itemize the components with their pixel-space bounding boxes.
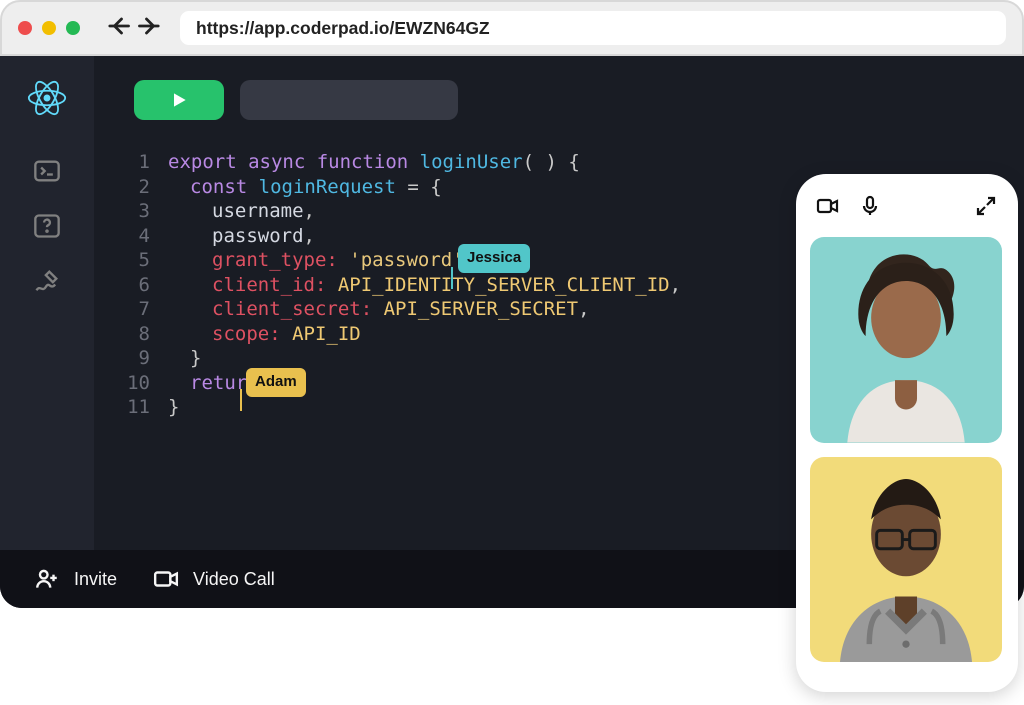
video-call-label: Video Call <box>193 569 275 590</box>
video-call-panel[interactable] <box>796 174 1018 692</box>
participant-tile[interactable] <box>810 237 1002 443</box>
expand-icon[interactable] <box>974 194 998 223</box>
url-text: https://app.coderpad.io/EWZN64GZ <box>196 18 490 39</box>
browser-back-button[interactable] <box>104 12 132 45</box>
cursor-tag-jessica: Jessica <box>458 244 530 273</box>
cursor-tag-adam: Adam <box>246 368 306 397</box>
language-selector[interactable] <box>240 80 458 120</box>
toolbar <box>134 80 1004 120</box>
url-bar[interactable]: https://app.coderpad.io/EWZN64GZ <box>180 11 1006 45</box>
avatar <box>810 457 1002 663</box>
minimize-window-button[interactable] <box>42 21 56 35</box>
participant-tile[interactable] <box>810 457 1002 663</box>
remote-cursor <box>240 389 242 411</box>
browser-chrome: https://app.coderpad.io/EWZN64GZ <box>0 0 1024 56</box>
draw-icon[interactable] <box>33 267 61 300</box>
react-logo-icon <box>27 78 67 123</box>
run-button[interactable] <box>134 80 224 120</box>
maximize-window-button[interactable] <box>66 21 80 35</box>
avatar <box>810 237 1002 443</box>
help-icon[interactable] <box>33 212 61 245</box>
window-controls <box>18 21 80 35</box>
line-gutter: 1234567891011 <box>114 150 168 420</box>
close-window-button[interactable] <box>18 21 32 35</box>
invite-button[interactable]: Invite <box>34 566 117 592</box>
invite-label: Invite <box>74 569 117 590</box>
browser-forward-button[interactable] <box>136 12 164 45</box>
remote-cursor <box>451 267 453 289</box>
sidebar <box>0 56 94 608</box>
mic-icon[interactable] <box>858 194 882 223</box>
video-call-button[interactable]: Video Call <box>153 566 275 592</box>
camera-icon[interactable] <box>816 194 840 223</box>
video-controls <box>810 190 1004 237</box>
terminal-icon[interactable] <box>33 157 61 190</box>
